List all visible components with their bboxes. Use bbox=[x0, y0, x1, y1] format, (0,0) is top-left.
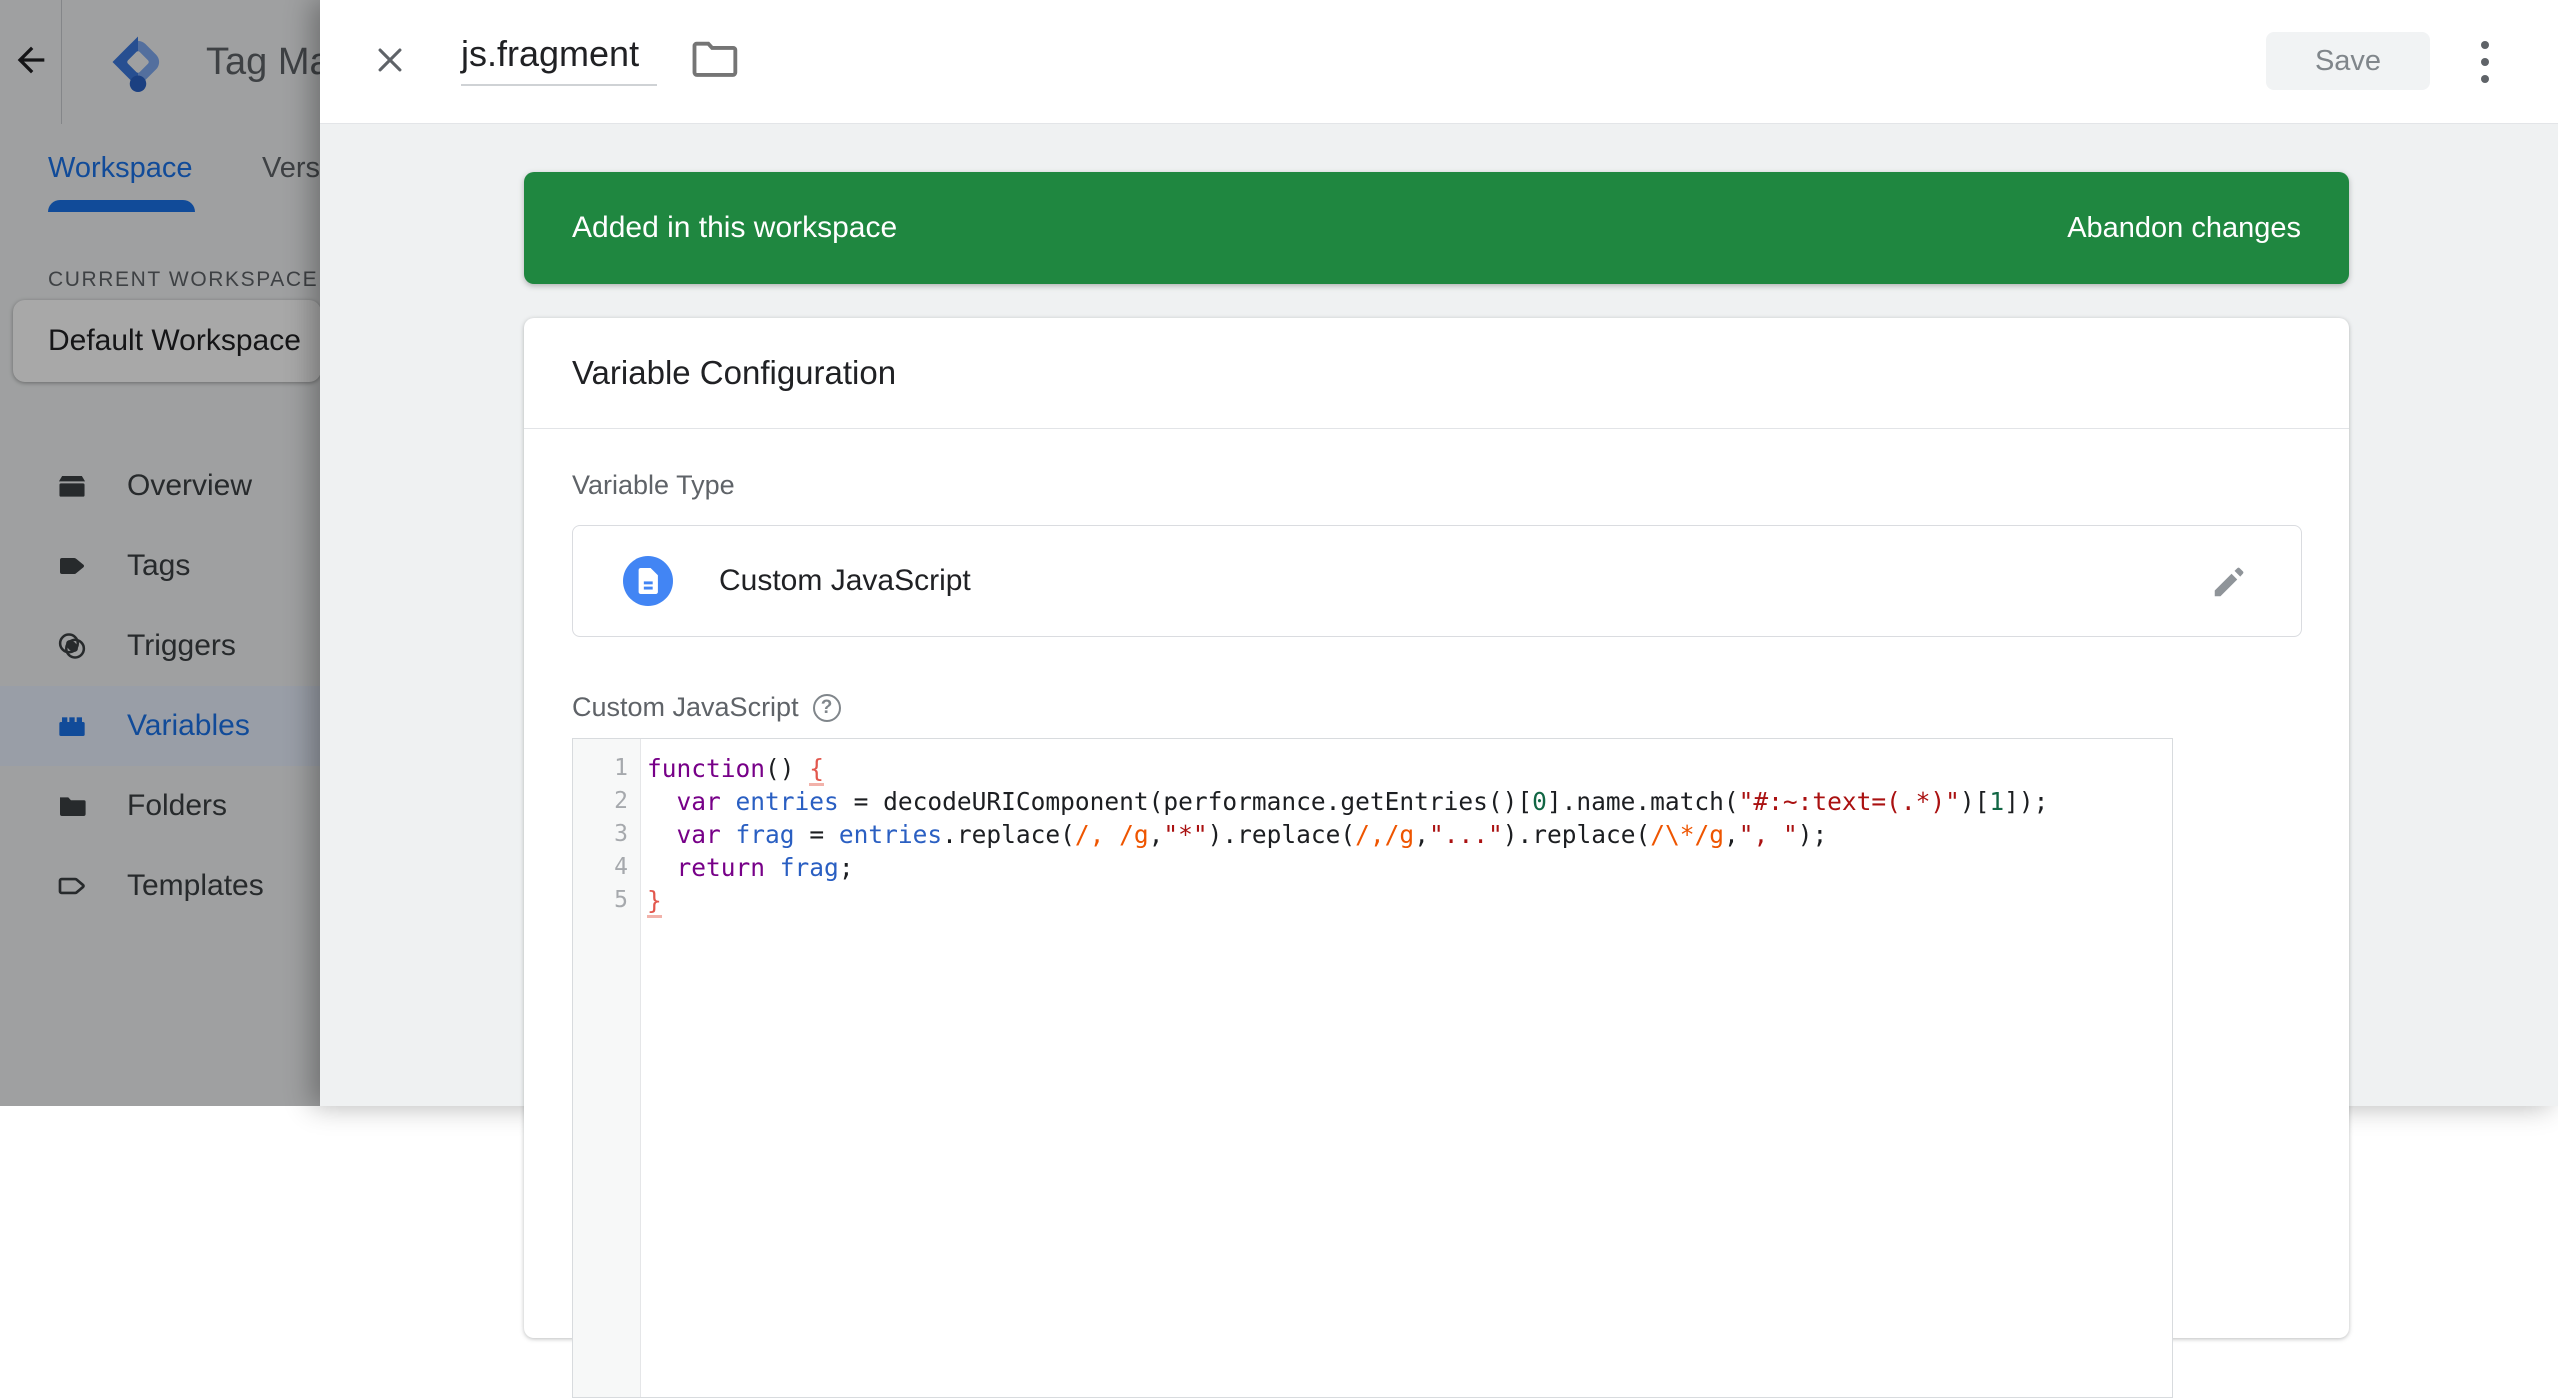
move-to-folder-button[interactable] bbox=[691, 40, 739, 84]
close-icon bbox=[373, 43, 407, 82]
variable-type-label: Variable Type bbox=[572, 470, 735, 500]
help-icon[interactable] bbox=[812, 693, 841, 722]
variable-type-value: Custom JavaScript bbox=[719, 564, 971, 597]
save-button[interactable]: Save bbox=[2266, 32, 2430, 90]
modal-scrim bbox=[0, 0, 322, 1106]
editor-gutter: 12345 bbox=[573, 739, 641, 1397]
more-options-menu-icon[interactable] bbox=[2470, 36, 2500, 88]
card-header: Variable Configuration bbox=[524, 318, 2349, 429]
edit-variable-type-button[interactable] bbox=[2209, 562, 2249, 602]
variable-editor-panel: js.fragment Save Added in this workspace… bbox=[320, 0, 2558, 1398]
custom-javascript-label: Custom JavaScript bbox=[572, 692, 799, 722]
close-button[interactable] bbox=[370, 42, 410, 82]
code-editor: 12345 function() { var entries = decodeU… bbox=[572, 738, 2173, 1398]
workspace-status-banner: Added in this workspace Abandon changes bbox=[524, 172, 2349, 284]
abandon-changes-button[interactable]: Abandon changes bbox=[2067, 212, 2301, 245]
variable-name-input[interactable]: js.fragment bbox=[461, 33, 658, 86]
variable-type-row[interactable]: Custom JavaScript bbox=[572, 525, 2302, 637]
custom-javascript-icon bbox=[623, 556, 673, 606]
folder-outline-icon bbox=[692, 39, 738, 86]
panel-header: js.fragment Save bbox=[320, 0, 2558, 124]
card-title: Variable Configuration bbox=[572, 354, 897, 391]
pencil-icon bbox=[2214, 567, 2244, 597]
banner-message: Added in this workspace bbox=[572, 211, 898, 244]
editor-code[interactable]: function() { var entries = decodeURIComp… bbox=[641, 739, 2172, 1397]
variable-configuration-card: Variable Configuration Variable Type Cus… bbox=[524, 318, 2349, 1398]
